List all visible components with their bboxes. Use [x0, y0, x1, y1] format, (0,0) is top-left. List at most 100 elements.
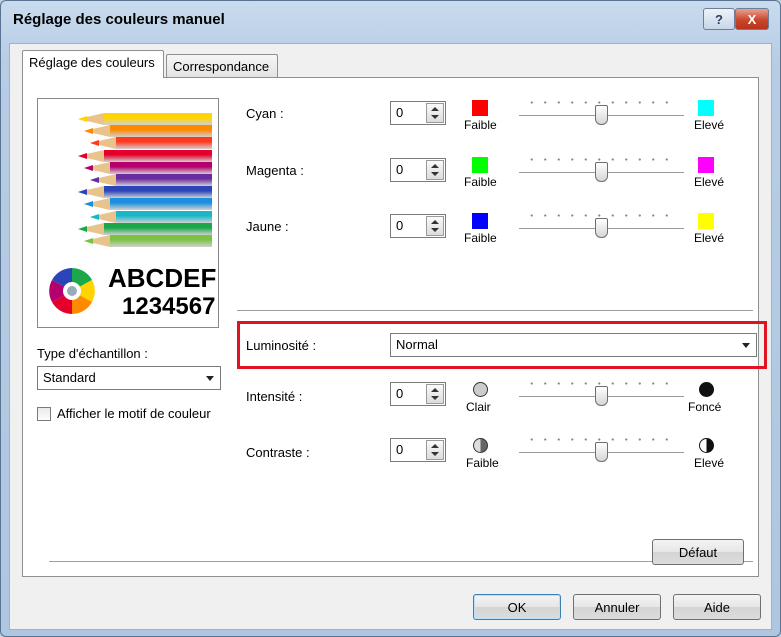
- show-pattern-label: Afficher le motif de couleur: [57, 406, 211, 421]
- low-color-swatch: [472, 100, 488, 116]
- pencil: [78, 149, 212, 162]
- value-stepper[interactable]: 0: [390, 158, 446, 182]
- value-stepper[interactable]: 0: [390, 382, 446, 406]
- adjust-slider[interactable]: [519, 155, 684, 185]
- ok-button[interactable]: OK: [473, 594, 561, 620]
- slider-label: Cyan :: [246, 106, 284, 121]
- stepper-arrows[interactable]: [426, 103, 444, 123]
- brightness-label: Luminosité :: [246, 338, 317, 353]
- value-stepper[interactable]: 0: [390, 214, 446, 238]
- slider-thumb[interactable]: [595, 386, 608, 406]
- light-circle-icon: [473, 382, 488, 397]
- value-stepper[interactable]: 0: [390, 101, 446, 125]
- close-icon: X: [747, 11, 757, 27]
- high-color-swatch: [698, 213, 714, 229]
- pencil: [84, 125, 212, 138]
- slider-label: Jaune :: [246, 219, 289, 234]
- slider-thumb[interactable]: [595, 105, 608, 125]
- adjust-slider[interactable]: [519, 379, 684, 409]
- chevron-down-icon[interactable]: [431, 172, 439, 176]
- brightness-value: Normal: [396, 337, 438, 352]
- low-label: Faible: [466, 456, 499, 470]
- sample-type-select[interactable]: Standard: [37, 366, 221, 390]
- pencil-body: [104, 222, 212, 235]
- adjust-slider[interactable]: [519, 435, 684, 465]
- chevron-up-icon[interactable]: [431, 444, 439, 448]
- stepper-arrows[interactable]: [426, 160, 444, 180]
- high-color-swatch: [698, 157, 714, 173]
- slider-label: Intensité :: [246, 389, 303, 404]
- pencil-lead: [78, 225, 87, 232]
- dark-circle-icon: [699, 382, 714, 397]
- chevron-up-icon[interactable]: [431, 388, 439, 392]
- slider-thumb[interactable]: [595, 442, 608, 462]
- pencil-body: [116, 137, 212, 150]
- chevron-down-icon[interactable]: [431, 228, 439, 232]
- tab-color-adjustment[interactable]: Réglage des couleurs: [22, 50, 164, 78]
- sample-text: ABCDEF: [108, 263, 217, 293]
- pencil: [78, 222, 212, 235]
- show-pattern-checkbox[interactable]: [37, 407, 51, 421]
- slider-ticks: [525, 382, 678, 385]
- stepper-value: 0: [396, 105, 404, 120]
- close-button[interactable]: X: [735, 8, 769, 30]
- stepper-arrows[interactable]: [426, 216, 444, 236]
- stepper-value: 0: [396, 442, 404, 457]
- sample-numbers: 1234567: [122, 293, 216, 320]
- cancel-button[interactable]: Annuler: [573, 594, 661, 620]
- chevron-down-icon: [206, 376, 214, 381]
- brightness-select[interactable]: Normal: [390, 333, 757, 357]
- pencil: [90, 174, 212, 186]
- chevron-down-icon[interactable]: [431, 115, 439, 119]
- pencil-body: [110, 125, 212, 138]
- chevron-up-icon[interactable]: [431, 107, 439, 111]
- chevron-down-icon[interactable]: [431, 396, 439, 400]
- sample-type-value: Standard: [43, 370, 96, 385]
- pencil-lead: [78, 116, 87, 122]
- dialog-window: Réglage des couleurs manuel ? X Réglage …: [0, 0, 781, 637]
- help-button[interactable]: Aide: [673, 594, 761, 620]
- high-label: Elevé: [694, 456, 725, 470]
- adjust-slider[interactable]: [519, 98, 684, 128]
- pencil: [84, 235, 212, 247]
- pencil-lead: [84, 128, 93, 135]
- chevron-up-icon[interactable]: [431, 164, 439, 168]
- adjust-slider[interactable]: [519, 211, 684, 241]
- pencil-lead: [84, 201, 93, 208]
- slider-label: Contraste :: [246, 445, 310, 460]
- pencil: [90, 210, 212, 223]
- color-wheel-icon: [49, 268, 95, 314]
- slider-ticks: [525, 158, 678, 161]
- window-title: Réglage des couleurs manuel: [13, 11, 225, 28]
- default-button[interactable]: Défaut: [652, 539, 744, 565]
- pencil: [84, 161, 212, 174]
- slider-thumb[interactable]: [595, 162, 608, 182]
- pencil-body: [104, 149, 212, 162]
- high-label: Elevé: [694, 118, 725, 132]
- pencil-lead: [90, 177, 99, 183]
- low-label: Faible: [464, 231, 497, 245]
- high-contrast-icon: [699, 438, 714, 453]
- low-contrast-icon: [473, 438, 488, 453]
- low-label: Faible: [464, 175, 497, 189]
- pencil: [90, 137, 212, 150]
- high-label: Foncé: [688, 400, 722, 414]
- section-divider: [237, 310, 753, 312]
- value-stepper[interactable]: 0: [390, 438, 446, 462]
- pencil-body: [104, 113, 212, 125]
- pencil: [78, 113, 212, 125]
- low-label: Clair: [466, 400, 491, 414]
- tab-panel: ABCDEF 1234567 Type d'échantillon : Stan…: [22, 77, 767, 577]
- pencil-body: [110, 161, 212, 174]
- help-title-button[interactable]: ?: [703, 8, 735, 30]
- pencil-body: [116, 210, 212, 223]
- stepper-arrows[interactable]: [426, 440, 444, 460]
- slider-thumb[interactable]: [595, 218, 608, 238]
- stepper-arrows[interactable]: [426, 384, 444, 404]
- chevron-down-icon[interactable]: [431, 452, 439, 456]
- pencil-lead: [78, 189, 87, 196]
- chevron-up-icon[interactable]: [431, 220, 439, 224]
- pencil-lead: [90, 140, 99, 147]
- tab-matching[interactable]: Correspondance: [166, 54, 278, 78]
- high-label: Elevé: [694, 175, 725, 189]
